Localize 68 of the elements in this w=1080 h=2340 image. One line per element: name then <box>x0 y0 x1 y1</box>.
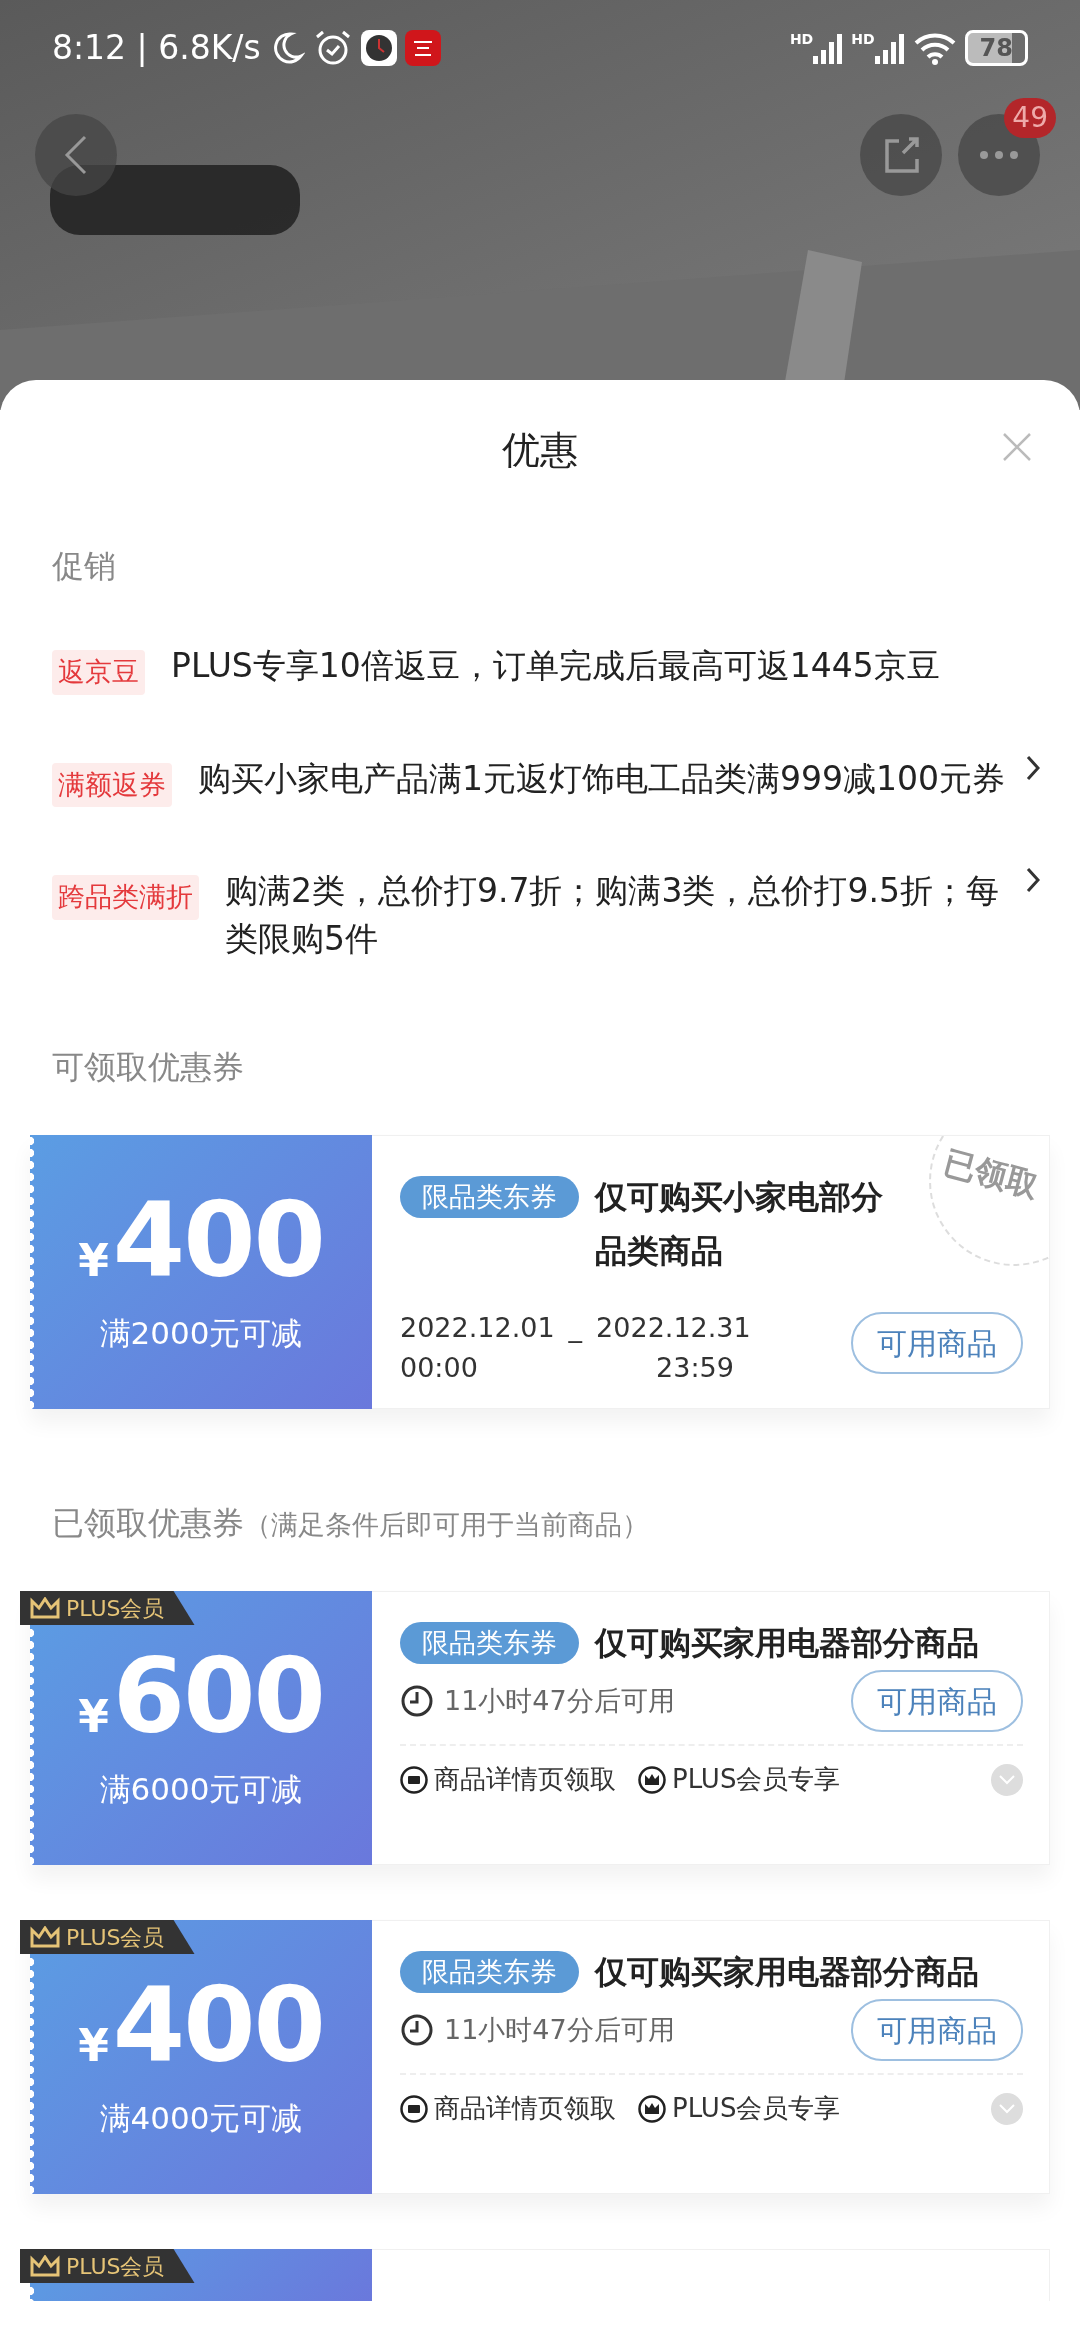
network-label: HD <box>789 31 814 46</box>
close-button[interactable] <box>1002 432 1032 462</box>
expand-toggle[interactable] <box>991 1763 1023 1796</box>
plus-member-badge: PLUS会员 <box>20 2249 195 2283</box>
currency-symbol: ¥ <box>78 2023 109 2068</box>
currency-symbol: ¥ <box>78 1694 109 1739</box>
ticket-icon <box>400 2094 428 2123</box>
available-products-button[interactable]: 可用商品 <box>851 1312 1023 1374</box>
promo-tag: 满额返券 <box>52 762 172 807</box>
promo-text: 购满2类，总价打9.7折；购满3类，总价打9.5折；每类限购5件 <box>225 870 1000 960</box>
crown-icon <box>30 2255 60 2277</box>
section-note: （满足条件后即可用于当前商品） <box>244 1508 649 1542</box>
feature-label: PLUS会员专享 <box>672 1763 841 1796</box>
section-heading: 可领取优惠券 <box>51 1047 245 1088</box>
crown-icon <box>30 1926 60 1948</box>
promo-tag: 返京豆 <box>52 650 145 695</box>
chevron-right-icon[interactable] <box>1026 754 1040 781</box>
coupon-title: 仅可购买家用电器部分商品 <box>595 1952 979 1993</box>
feature-label: 商品详情页领取 <box>434 1763 616 1796</box>
chevron-right-icon[interactable] <box>1026 867 1040 893</box>
countdown-text: 11小时47分后可用 <box>444 1683 675 1718</box>
signal-icon <box>813 31 844 64</box>
plus-member-badge: PLUS会员 <box>20 1920 195 1954</box>
available-products-button[interactable]: 可用商品 <box>851 1670 1023 1732</box>
status-time: 8:12 | 6.8K/s <box>52 26 261 69</box>
start-date: 2022.12.01 <box>400 1311 555 1345</box>
coupon-tag: 限品类东券 <box>400 1176 579 1218</box>
coupon-tag: 限品类东券 <box>400 1622 579 1664</box>
promo-text: PLUS专享10倍返豆，订单完成后最高可返1445京豆 <box>171 645 941 687</box>
available-products-button[interactable]: 可用商品 <box>851 1999 1023 2061</box>
coupon-condition: 满2000元可减 <box>99 1313 303 1353</box>
plus-member-badge: PLUS会员 <box>20 1591 195 1625</box>
sheet-title: 优惠 <box>502 428 578 472</box>
coupon-condition: 满4000元可减 <box>99 2098 303 2138</box>
coupon-title: 仅可购买小家电部分品类商品 <box>595 1177 884 1272</box>
crown-icon <box>30 1597 60 1619</box>
chevron-down-icon <box>999 2103 1015 2114</box>
ticket-icon <box>400 1765 428 1794</box>
section-heading: 促销 <box>51 546 117 587</box>
coupon-title: 仅可购买家用电器部分商品 <box>595 1623 979 1664</box>
coupon-condition: 满6000元可减 <box>99 1769 303 1809</box>
more-icon <box>979 150 1019 160</box>
close-icon <box>1002 432 1032 462</box>
promo-tag: 跨品类满折 <box>52 875 199 920</box>
coupon-amount: 400 <box>112 1972 324 2077</box>
coupon-tag: 限品类东券 <box>400 1951 579 1993</box>
countdown-text: 11小时47分后可用 <box>444 2012 675 2047</box>
coupon-amount: 600 <box>112 1643 324 1748</box>
end-date: 2022.12.31 <box>596 1311 751 1345</box>
date-separator: _ <box>568 1311 583 1345</box>
end-time: 23:59 <box>655 1351 735 1385</box>
start-time: 00:00 <box>400 1351 479 1385</box>
chevron-down-icon <box>999 1774 1015 1785</box>
clock-icon <box>400 1684 434 1718</box>
expand-toggle[interactable] <box>991 2092 1023 2125</box>
currency-symbol: ¥ <box>78 1238 109 1283</box>
battery-indicator: 78 <box>964 29 1028 66</box>
network-label: HD <box>851 31 875 46</box>
section-heading: 已领取优惠券 <box>52 1503 244 1544</box>
feature-label: 商品详情页领取 <box>434 2092 616 2125</box>
coupon-amount: 400 <box>112 1187 324 1292</box>
crown-icon <box>638 2094 666 2123</box>
stamp-text: 已领取 <box>938 1142 1044 1207</box>
promo-text: 购买小家电产品满1元返灯饰电工品类满999减100元券 <box>198 757 1006 800</box>
signal-icon <box>874 31 905 64</box>
clock-icon <box>400 2013 434 2047</box>
crown-icon <box>638 1765 666 1794</box>
feature-label: PLUS会员专享 <box>672 2092 841 2125</box>
